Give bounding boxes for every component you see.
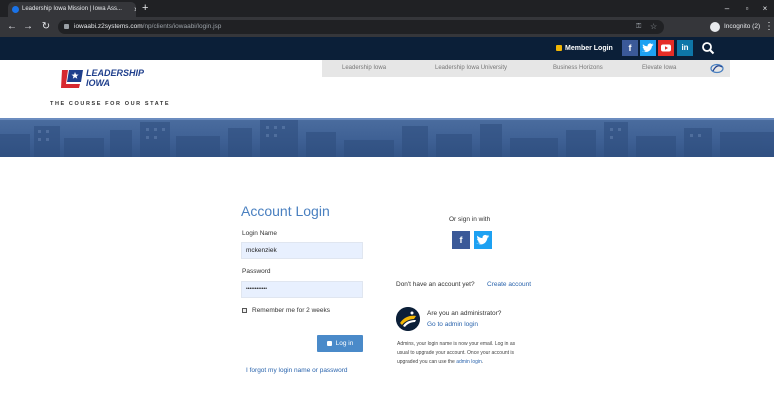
facebook-signin-icon[interactable]: f [452, 231, 470, 249]
lock-icon [556, 45, 562, 51]
password-input[interactable]: •••••••••••• [241, 281, 363, 298]
admin-note-line3: upgraded you can use the admin login. [397, 359, 483, 365]
hero-banner [0, 118, 774, 157]
logo-line1: LEADERSHIP [86, 68, 145, 78]
site-header: LEADERSHIP IOWA THE COURSE FOR OUR STATE… [0, 60, 774, 118]
twitter-signin-icon[interactable] [474, 231, 492, 249]
login-name-input[interactable]: mckenziek [241, 242, 363, 259]
admin-note-end: . [481, 359, 484, 365]
new-tab-icon[interactable]: + [142, 0, 148, 17]
logo-line2: IOWA [86, 78, 110, 88]
program-nav: Leadership Iowa Leadership Iowa Universi… [322, 60, 730, 77]
leadership-iowa-logo-icon[interactable] [60, 68, 84, 90]
tagline: THE COURSE FOR OUR STATE [50, 101, 171, 107]
partner-logo-icon[interactable] [710, 63, 724, 74]
reload-icon[interactable]: ↻ [40, 17, 52, 37]
nav-leadership-iowa[interactable]: Leadership Iowa [342, 60, 386, 77]
close-tab-icon[interactable]: × [134, 2, 136, 17]
lock-icon [326, 340, 332, 346]
url-path: /np/clients/iowaabi/login.jsp [142, 23, 222, 30]
incognito-icon [710, 22, 720, 32]
nav-elevate-iowa[interactable]: Elevate Iowa [642, 60, 676, 77]
password-label: Password [242, 268, 271, 275]
admin-question: Are you an administrator? [427, 310, 502, 317]
no-account-text: Don't have an account yet? [396, 281, 475, 288]
browser-toolbar: ← → ↻ iowaabi.z2systems.com/np/clients/i… [0, 17, 774, 37]
or-sign-in-label: Or sign in with [449, 216, 491, 223]
back-icon[interactable]: ← [6, 17, 18, 37]
forgot-login-link[interactable]: I forgot my login name or password [246, 367, 348, 374]
administrator-icon [396, 307, 420, 331]
incognito-indicator[interactable]: Incognito (2) [710, 20, 764, 34]
forward-icon[interactable]: → [22, 17, 34, 37]
page-title: Account Login [241, 203, 330, 219]
tab-title: Leadership Iowa Mission | Iowa Ass... [22, 6, 122, 12]
admin-login-inline-link[interactable]: admin login [456, 359, 482, 365]
lock-icon [64, 24, 69, 29]
remember-me-label: Remember me for 2 weeks [252, 307, 331, 314]
menu-icon[interactable]: ⋮ [764, 17, 774, 37]
browser-tab-bar: Leadership Iowa Mission | Iowa Ass... × … [0, 0, 774, 17]
skyline-image [0, 120, 774, 157]
facebook-icon[interactable]: f [622, 40, 638, 56]
close-window-icon[interactable]: × [758, 0, 772, 17]
admin-note-line2: usual to upgrade your account. Once your… [397, 350, 515, 356]
nav-business-horizons[interactable]: Business Horizons [553, 60, 603, 77]
create-account-link[interactable]: Create account [487, 281, 531, 288]
nav-leadership-iowa-university[interactable]: Leadership Iowa University [435, 60, 507, 77]
site-favicon-icon [12, 6, 19, 13]
log-in-button[interactable]: Log in [317, 335, 363, 352]
search-icon[interactable] [701, 41, 715, 55]
key-icon[interactable]: ⚿ [636, 20, 641, 34]
member-login-link[interactable]: Member Login [556, 37, 613, 60]
incognito-label: Incognito (2) [724, 23, 761, 30]
twitter-icon[interactable] [640, 40, 656, 56]
admin-note-line1: Admins, your login name is now your emai… [397, 341, 516, 347]
site-top-bar: Member Login f in [0, 37, 774, 60]
maximize-icon[interactable]: ▫ [740, 0, 754, 17]
address-bar[interactable]: iowaabi.z2systems.com/np/clients/iowaabi… [58, 20, 664, 34]
youtube-icon[interactable] [658, 40, 674, 56]
log-in-label: Log in [335, 340, 354, 347]
linkedin-icon[interactable]: in [677, 40, 693, 56]
star-icon[interactable]: ☆ [650, 20, 657, 34]
remember-me-checkbox[interactable] [242, 308, 247, 313]
url-host: iowaabi.z2systems.com [74, 23, 143, 30]
admin-login-link[interactable]: Go to admin login [427, 321, 478, 328]
admin-note-text: upgraded you can use the [397, 359, 455, 365]
member-login-label: Member Login [565, 45, 613, 52]
minimize-icon[interactable]: – [720, 0, 734, 17]
browser-tab[interactable]: Leadership Iowa Mission | Iowa Ass... × [8, 2, 136, 17]
login-name-label: Login Name [242, 230, 278, 237]
